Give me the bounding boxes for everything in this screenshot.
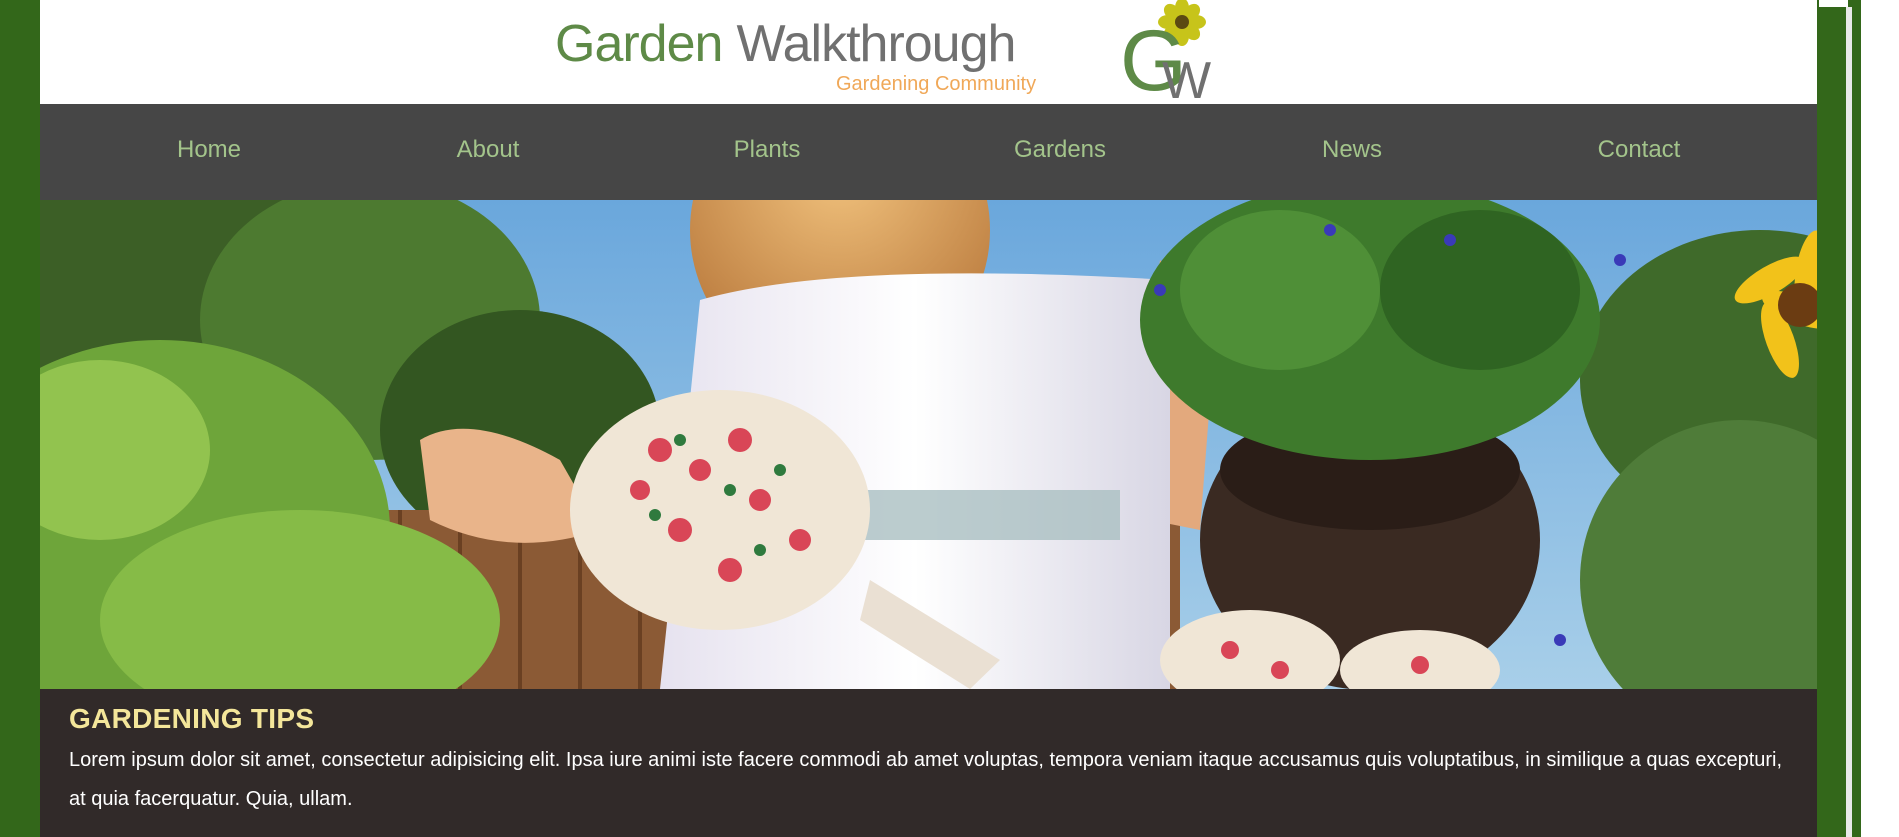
site-subtitle: Gardening Community xyxy=(836,73,1037,95)
hero-image xyxy=(40,200,1817,689)
site-title-part2: Walkthrough xyxy=(736,15,1016,73)
nav-about[interactable]: About xyxy=(457,136,520,164)
nav-contact[interactable]: Contact xyxy=(1598,136,1681,164)
nav-home[interactable]: Home xyxy=(177,136,241,164)
site-title[interactable]: Garden Walkthrough xyxy=(555,14,1016,74)
gardening-tips-section: GARDENING TIPS Lorem ipsum dolor sit ame… xyxy=(40,689,1817,837)
nav-plants[interactable]: Plants xyxy=(734,136,801,164)
tips-heading: GARDENING TIPS xyxy=(69,703,315,734)
scrollbar-edge xyxy=(1846,0,1852,837)
nav-news[interactable]: News xyxy=(1322,136,1382,164)
gardening-photo xyxy=(40,200,1817,689)
site-title-part1: Garden xyxy=(555,15,723,73)
tips-body: Lorem ipsum dolor sit amet, consectetur … xyxy=(69,749,1783,810)
site-header: Garden Walkthrough Gardening Community G… xyxy=(40,0,1817,104)
window-edge-accent xyxy=(1848,0,1861,7)
main-nav: Home About Plants Gardens News Contact xyxy=(40,104,1817,200)
gw-logo[interactable]: G W xyxy=(1078,0,1218,100)
nav-gardens[interactable]: Gardens xyxy=(1014,136,1106,164)
logo-w-letter: W xyxy=(1162,52,1211,100)
scrollbar-track[interactable] xyxy=(1861,0,1899,837)
page-container: Garden Walkthrough Gardening Community G… xyxy=(40,0,1817,837)
